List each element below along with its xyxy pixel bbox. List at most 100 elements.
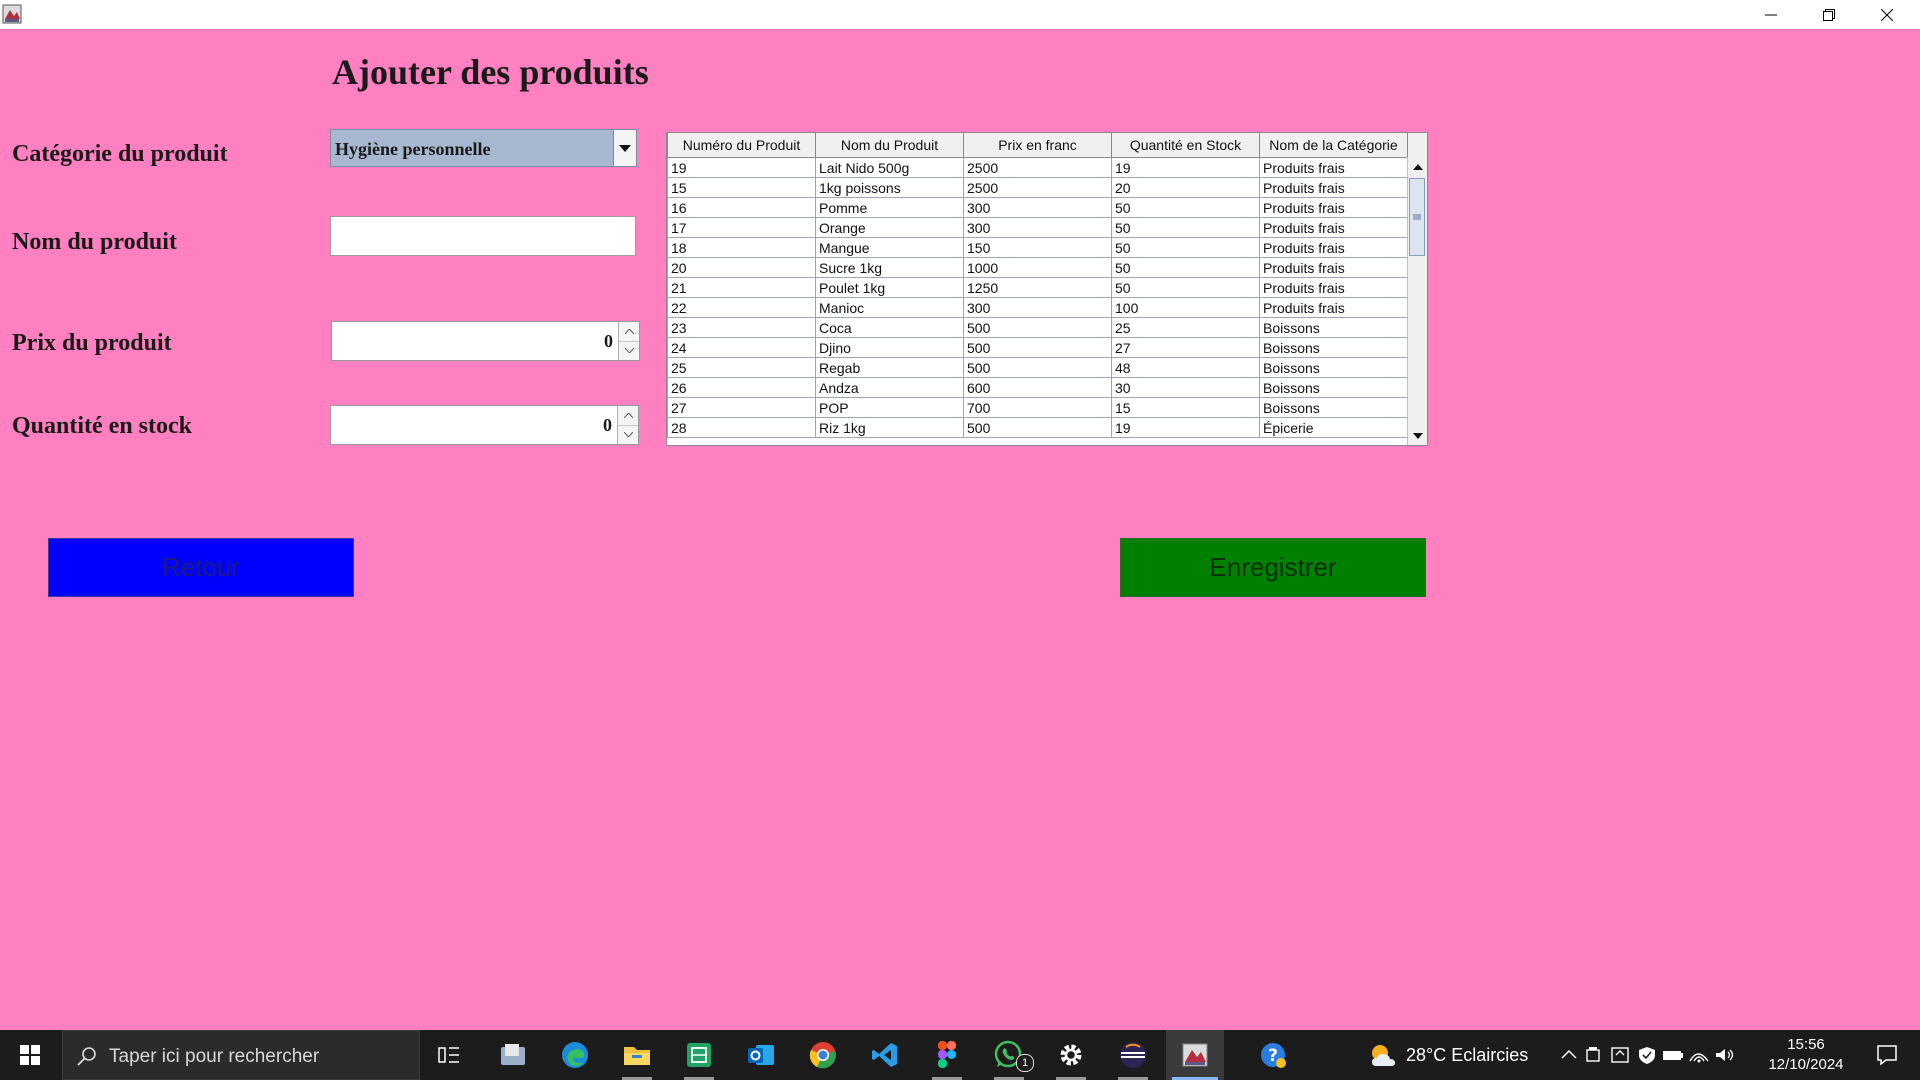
table-row[interactable]: 22 Manioc 300 100 Produits frais bbox=[667, 297, 1408, 318]
table-row[interactable]: 18 Mangue 150 50 Produits frais bbox=[667, 237, 1408, 258]
table-cell[interactable]: 50 bbox=[1111, 237, 1260, 258]
table-cell[interactable]: 500 bbox=[963, 337, 1112, 358]
scroll-thumb[interactable] bbox=[1409, 178, 1425, 256]
column-header[interactable]: Quantité en Stock bbox=[1111, 133, 1260, 158]
table-cell[interactable]: 25 bbox=[667, 357, 816, 378]
table-cell[interactable]: 15 bbox=[667, 177, 816, 198]
table-row[interactable]: 21 Poulet 1kg 1250 50 Produits frais bbox=[667, 277, 1408, 298]
table-cell[interactable]: 300 bbox=[963, 197, 1112, 218]
table-cell[interactable]: 27 bbox=[1111, 337, 1260, 358]
table-cell[interactable]: Sucre 1kg bbox=[815, 257, 964, 278]
table-cell[interactable]: Boissons bbox=[1259, 397, 1408, 418]
table-row[interactable]: 27 POP 700 15 Boissons bbox=[667, 397, 1408, 418]
table-row[interactable]: 19 Lait Nido 500g 2500 19 Produits frais bbox=[667, 157, 1408, 178]
table-cell[interactable]: 17 bbox=[667, 217, 816, 238]
chevron-up-icon[interactable] bbox=[1556, 1045, 1582, 1065]
price-increment-button[interactable] bbox=[619, 322, 639, 342]
taskbar-search-box[interactable]: Taper ici pour rechercher bbox=[62, 1030, 420, 1080]
taskbar-app-outlook[interactable] bbox=[732, 1030, 790, 1080]
quantity-spinner[interactable]: 0 bbox=[330, 405, 639, 445]
table-cell[interactable]: 25 bbox=[1111, 317, 1260, 338]
table-cell[interactable]: 48 bbox=[1111, 357, 1260, 378]
table-row[interactable]: 20 Sucre 1kg 1000 50 Produits frais bbox=[667, 257, 1408, 278]
column-header[interactable]: Prix en franc bbox=[963, 133, 1112, 158]
table-cell[interactable]: 1250 bbox=[963, 277, 1112, 298]
taskbar-app-figma[interactable] bbox=[918, 1030, 976, 1080]
table-cell[interactable]: 19 bbox=[667, 157, 816, 178]
table-row[interactable]: 15 1kg poissons 2500 20 Produits frais bbox=[667, 177, 1408, 198]
table-cell[interactable]: 2500 bbox=[963, 177, 1112, 198]
taskbar-app-chrome[interactable] bbox=[794, 1030, 852, 1080]
table-cell[interactable]: Orange bbox=[815, 217, 964, 238]
column-header[interactable]: Nom du Produit bbox=[815, 133, 964, 158]
table-cell[interactable]: 500 bbox=[963, 357, 1112, 378]
quantity-decrement-button[interactable] bbox=[618, 425, 638, 444]
table-cell[interactable]: Produits frais bbox=[1259, 277, 1408, 298]
column-header[interactable]: Nom de la Catégorie bbox=[1259, 133, 1408, 158]
table-row[interactable]: 16 Pomme 300 50 Produits frais bbox=[667, 197, 1408, 218]
table-cell[interactable]: Produits frais bbox=[1259, 237, 1408, 258]
table-row[interactable]: 23 Coca 500 25 Boissons bbox=[667, 317, 1408, 338]
table-cell[interactable]: 22 bbox=[667, 297, 816, 318]
task-view-button[interactable] bbox=[420, 1030, 478, 1080]
table-cell[interactable]: Boissons bbox=[1259, 317, 1408, 338]
taskbar-app-edge[interactable] bbox=[546, 1030, 604, 1080]
security-shield-icon[interactable] bbox=[1634, 1045, 1660, 1065]
table-cell[interactable]: 20 bbox=[667, 257, 816, 278]
price-decrement-button[interactable] bbox=[619, 341, 639, 360]
taskbar-app-eclipse[interactable] bbox=[1104, 1030, 1162, 1080]
table-row[interactable]: 17 Orange 300 50 Produits frais bbox=[667, 217, 1408, 238]
products-table[interactable]: Numéro du Produit Nom du Produit Prix en… bbox=[666, 132, 1428, 446]
back-button[interactable]: Retour bbox=[48, 538, 354, 597]
table-cell[interactable]: Andza bbox=[815, 377, 964, 398]
taskbar-app-explorer-tool[interactable] bbox=[484, 1030, 542, 1080]
battery-icon[interactable] bbox=[1660, 1045, 1686, 1065]
table-cell[interactable]: 50 bbox=[1111, 217, 1260, 238]
table-cell[interactable]: 150 bbox=[963, 237, 1112, 258]
category-select[interactable]: Hygiène personnelle bbox=[330, 129, 637, 167]
table-row[interactable]: 24 Djino 500 27 Boissons bbox=[667, 337, 1408, 358]
table-cell[interactable]: Produits frais bbox=[1259, 297, 1408, 318]
table-cell[interactable]: 600 bbox=[963, 377, 1112, 398]
table-cell[interactable]: 30 bbox=[1111, 377, 1260, 398]
table-cell[interactable]: Produits frais bbox=[1259, 197, 1408, 218]
taskbar-app-whatsapp[interactable]: 1 bbox=[980, 1030, 1038, 1080]
wifi-icon[interactable] bbox=[1686, 1045, 1712, 1065]
table-cell[interactable]: Produits frais bbox=[1259, 217, 1408, 238]
taskbar-app-java-active[interactable] bbox=[1166, 1030, 1224, 1080]
table-cell[interactable]: 26 bbox=[667, 377, 816, 398]
table-cell[interactable]: 18 bbox=[667, 237, 816, 258]
table-cell[interactable]: 500 bbox=[963, 417, 1112, 438]
table-cell[interactable]: Poulet 1kg bbox=[815, 277, 964, 298]
save-button[interactable]: Enregistrer bbox=[1120, 538, 1426, 597]
table-cell[interactable]: 21 bbox=[667, 277, 816, 298]
minimize-button[interactable] bbox=[1742, 0, 1800, 29]
table-cell[interactable]: Regab bbox=[815, 357, 964, 378]
table-cell[interactable]: 16 bbox=[667, 197, 816, 218]
table-cell[interactable]: 23 bbox=[667, 317, 816, 338]
table-cell[interactable]: Produits frais bbox=[1259, 257, 1408, 278]
volume-icon[interactable] bbox=[1712, 1045, 1738, 1065]
table-cell[interactable]: POP bbox=[815, 397, 964, 418]
table-cell[interactable]: 50 bbox=[1111, 257, 1260, 278]
table-cell[interactable]: Pomme bbox=[815, 197, 964, 218]
table-cell[interactable]: Boissons bbox=[1259, 377, 1408, 398]
table-cell[interactable]: Riz 1kg bbox=[815, 417, 964, 438]
table-cell[interactable]: 20 bbox=[1111, 177, 1260, 198]
close-button[interactable] bbox=[1858, 0, 1916, 29]
start-button[interactable] bbox=[0, 1030, 60, 1080]
scroll-down-button[interactable] bbox=[1408, 427, 1427, 444]
table-cell[interactable]: 300 bbox=[963, 297, 1112, 318]
table-cell[interactable]: 28 bbox=[667, 417, 816, 438]
network-share-icon[interactable] bbox=[1608, 1045, 1634, 1065]
taskbar-app-file-explorer[interactable] bbox=[608, 1030, 666, 1080]
table-cell[interactable]: 2500 bbox=[963, 157, 1112, 178]
quantity-increment-button[interactable] bbox=[618, 406, 638, 426]
restore-button[interactable] bbox=[1800, 0, 1858, 29]
column-header[interactable]: Numéro du Produit bbox=[667, 133, 816, 158]
table-cell[interactable]: 27 bbox=[667, 397, 816, 418]
table-cell[interactable]: Lait Nido 500g bbox=[815, 157, 964, 178]
table-cell[interactable]: 15 bbox=[1111, 397, 1260, 418]
table-cell[interactable]: Produits frais bbox=[1259, 157, 1408, 178]
table-row[interactable]: 26 Andza 600 30 Boissons bbox=[667, 377, 1408, 398]
